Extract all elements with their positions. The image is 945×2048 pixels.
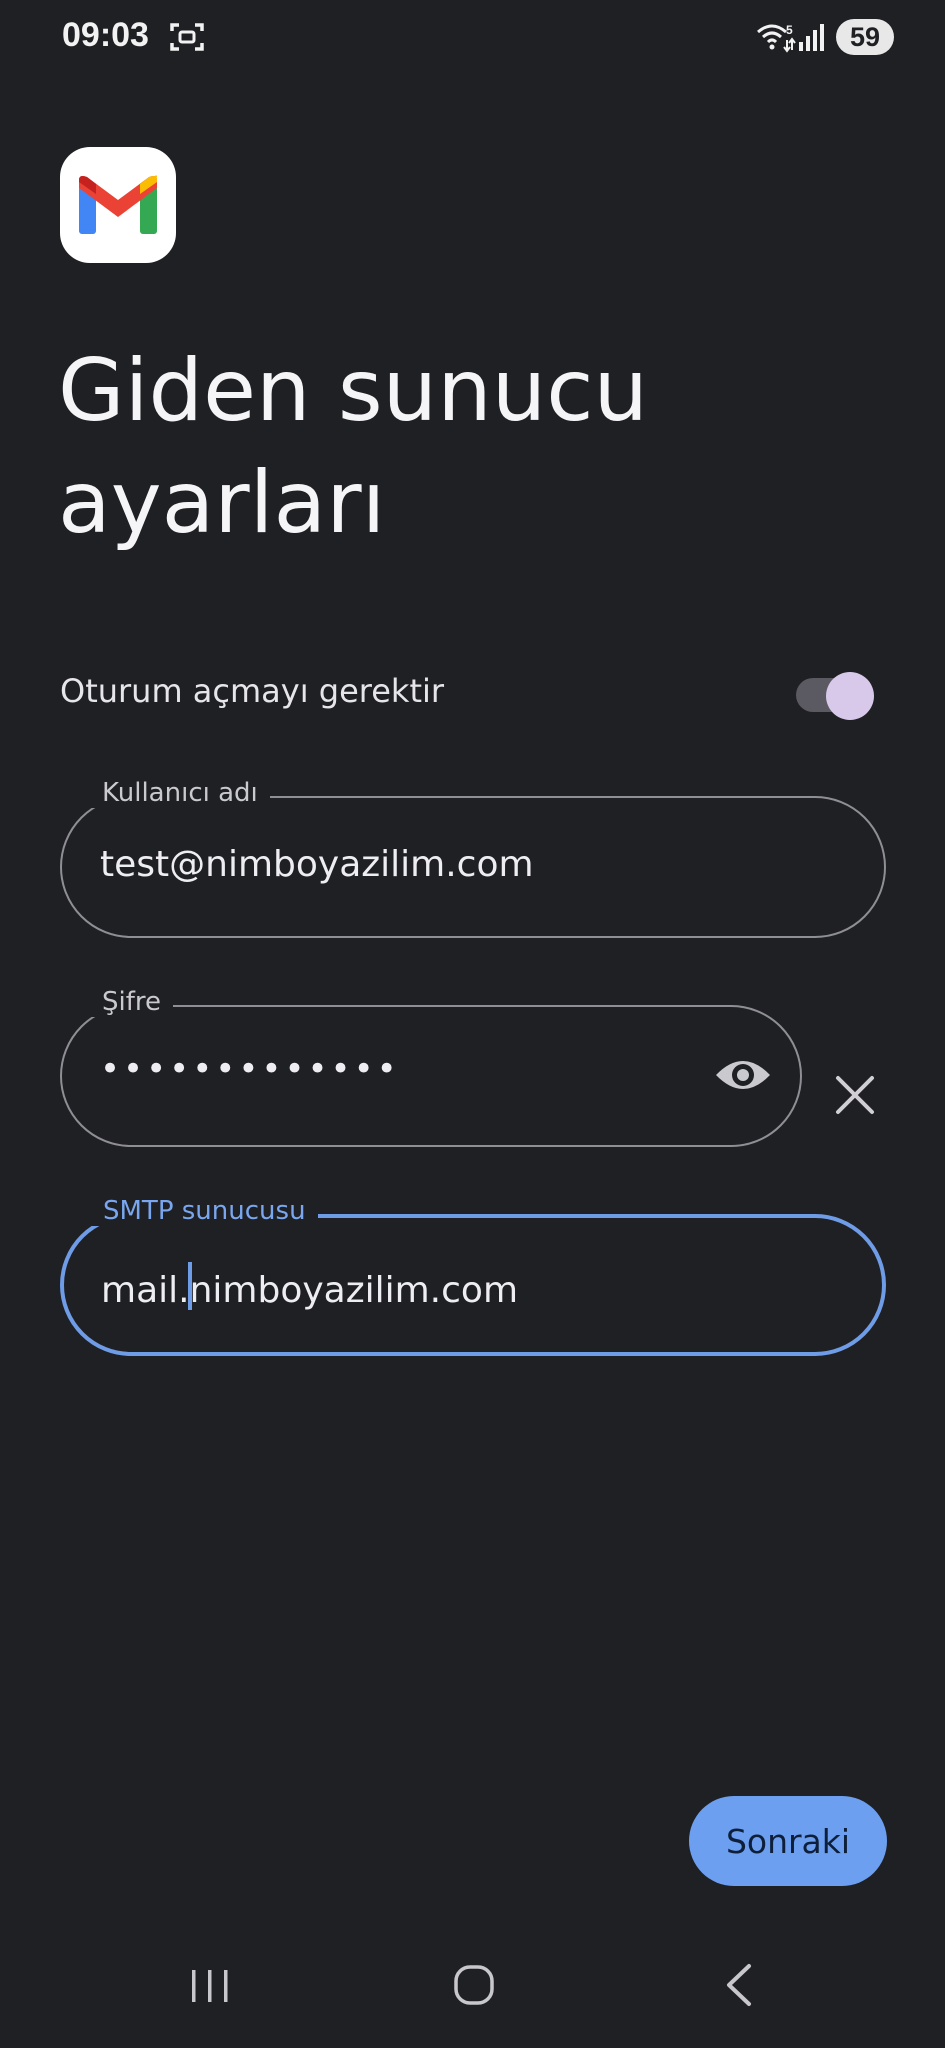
battery-icon: 59 bbox=[836, 19, 894, 55]
show-password-eye-icon[interactable] bbox=[714, 1051, 772, 1099]
battery-level: 59 bbox=[849, 21, 881, 52]
wifi-band-label: 5 bbox=[786, 23, 793, 37]
smtp-server-field[interactable]: SMTP sunucusu mail.nimboyazilim.com bbox=[60, 1196, 886, 1356]
page-title: Giden sunucu ayarları bbox=[58, 341, 648, 553]
gmail-m-icon bbox=[79, 175, 157, 234]
home-icon[interactable] bbox=[453, 1964, 495, 2006]
password-label: Şifre bbox=[90, 987, 173, 1017]
require-signin-toggle[interactable] bbox=[796, 672, 876, 720]
smtp-server-value: mail.nimboyazilim.com bbox=[101, 1262, 518, 1311]
smtp-value-after-cursor: nimboyazilim.com bbox=[189, 1270, 519, 1311]
next-button[interactable]: Sonraki bbox=[689, 1796, 887, 1886]
gmail-logo-icon bbox=[60, 147, 176, 263]
require-signin-label: Oturum açmayı gerektir bbox=[60, 672, 445, 710]
recent-apps-icon[interactable] bbox=[188, 1968, 232, 2004]
clear-password-close-icon[interactable] bbox=[830, 1070, 880, 1120]
screenshot-icon bbox=[170, 23, 204, 51]
status-time: 09:03 bbox=[62, 16, 149, 54]
password-value: ••••••••••••• bbox=[100, 1049, 400, 1089]
toggle-thumb bbox=[826, 672, 874, 720]
signal-icon bbox=[799, 24, 824, 51]
password-field[interactable]: Şifre ••••••••••••• bbox=[60, 987, 802, 1147]
back-icon[interactable] bbox=[723, 1962, 755, 2008]
username-value: test@nimboyazilim.com bbox=[100, 844, 534, 885]
username-field[interactable]: Kullanıcı adı test@nimboyazilim.com bbox=[60, 778, 886, 938]
smtp-value-before-cursor: mail. bbox=[101, 1270, 190, 1311]
smtp-server-label: SMTP sunucusu bbox=[91, 1196, 318, 1226]
username-label: Kullanıcı adı bbox=[90, 778, 270, 808]
wifi-icon: 5 bbox=[757, 23, 796, 53]
